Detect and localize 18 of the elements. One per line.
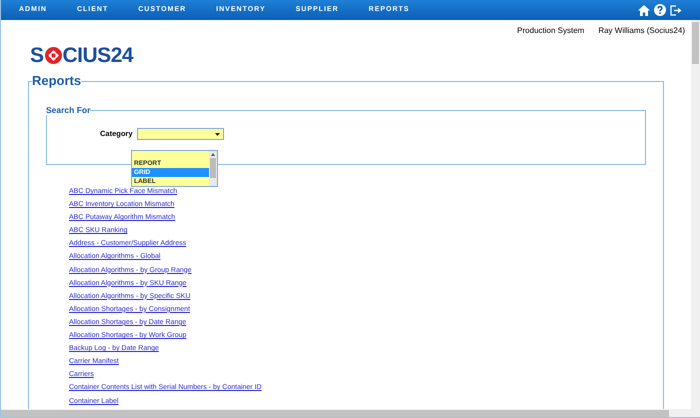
panel-title: Reports <box>32 73 82 89</box>
logout-icon[interactable] <box>670 4 682 16</box>
panel-title: Search For <box>46 105 90 115</box>
scroll-thumb[interactable] <box>1 410 669 416</box>
system-label: Production System <box>517 25 584 37</box>
help-icon[interactable] <box>654 4 666 16</box>
logo: S CIUS24 <box>30 45 134 66</box>
horizontal-scrollbar[interactable] <box>1 409 700 418</box>
scroll-thumb[interactable] <box>210 158 216 178</box>
scrollbar[interactable] <box>209 151 217 186</box>
caret-icon <box>214 132 220 136</box>
user-name: Ray Williams (Socius24) <box>598 25 685 37</box>
category-select[interactable] <box>136 128 224 140</box>
vertical-scrollbar[interactable] <box>691 20 700 409</box>
home-icon[interactable] <box>638 4 650 16</box>
logo-mark-icon <box>44 47 62 64</box>
scroll-up-icon[interactable] <box>211 153 215 156</box>
scroll-thumb[interactable] <box>692 22 699 64</box>
